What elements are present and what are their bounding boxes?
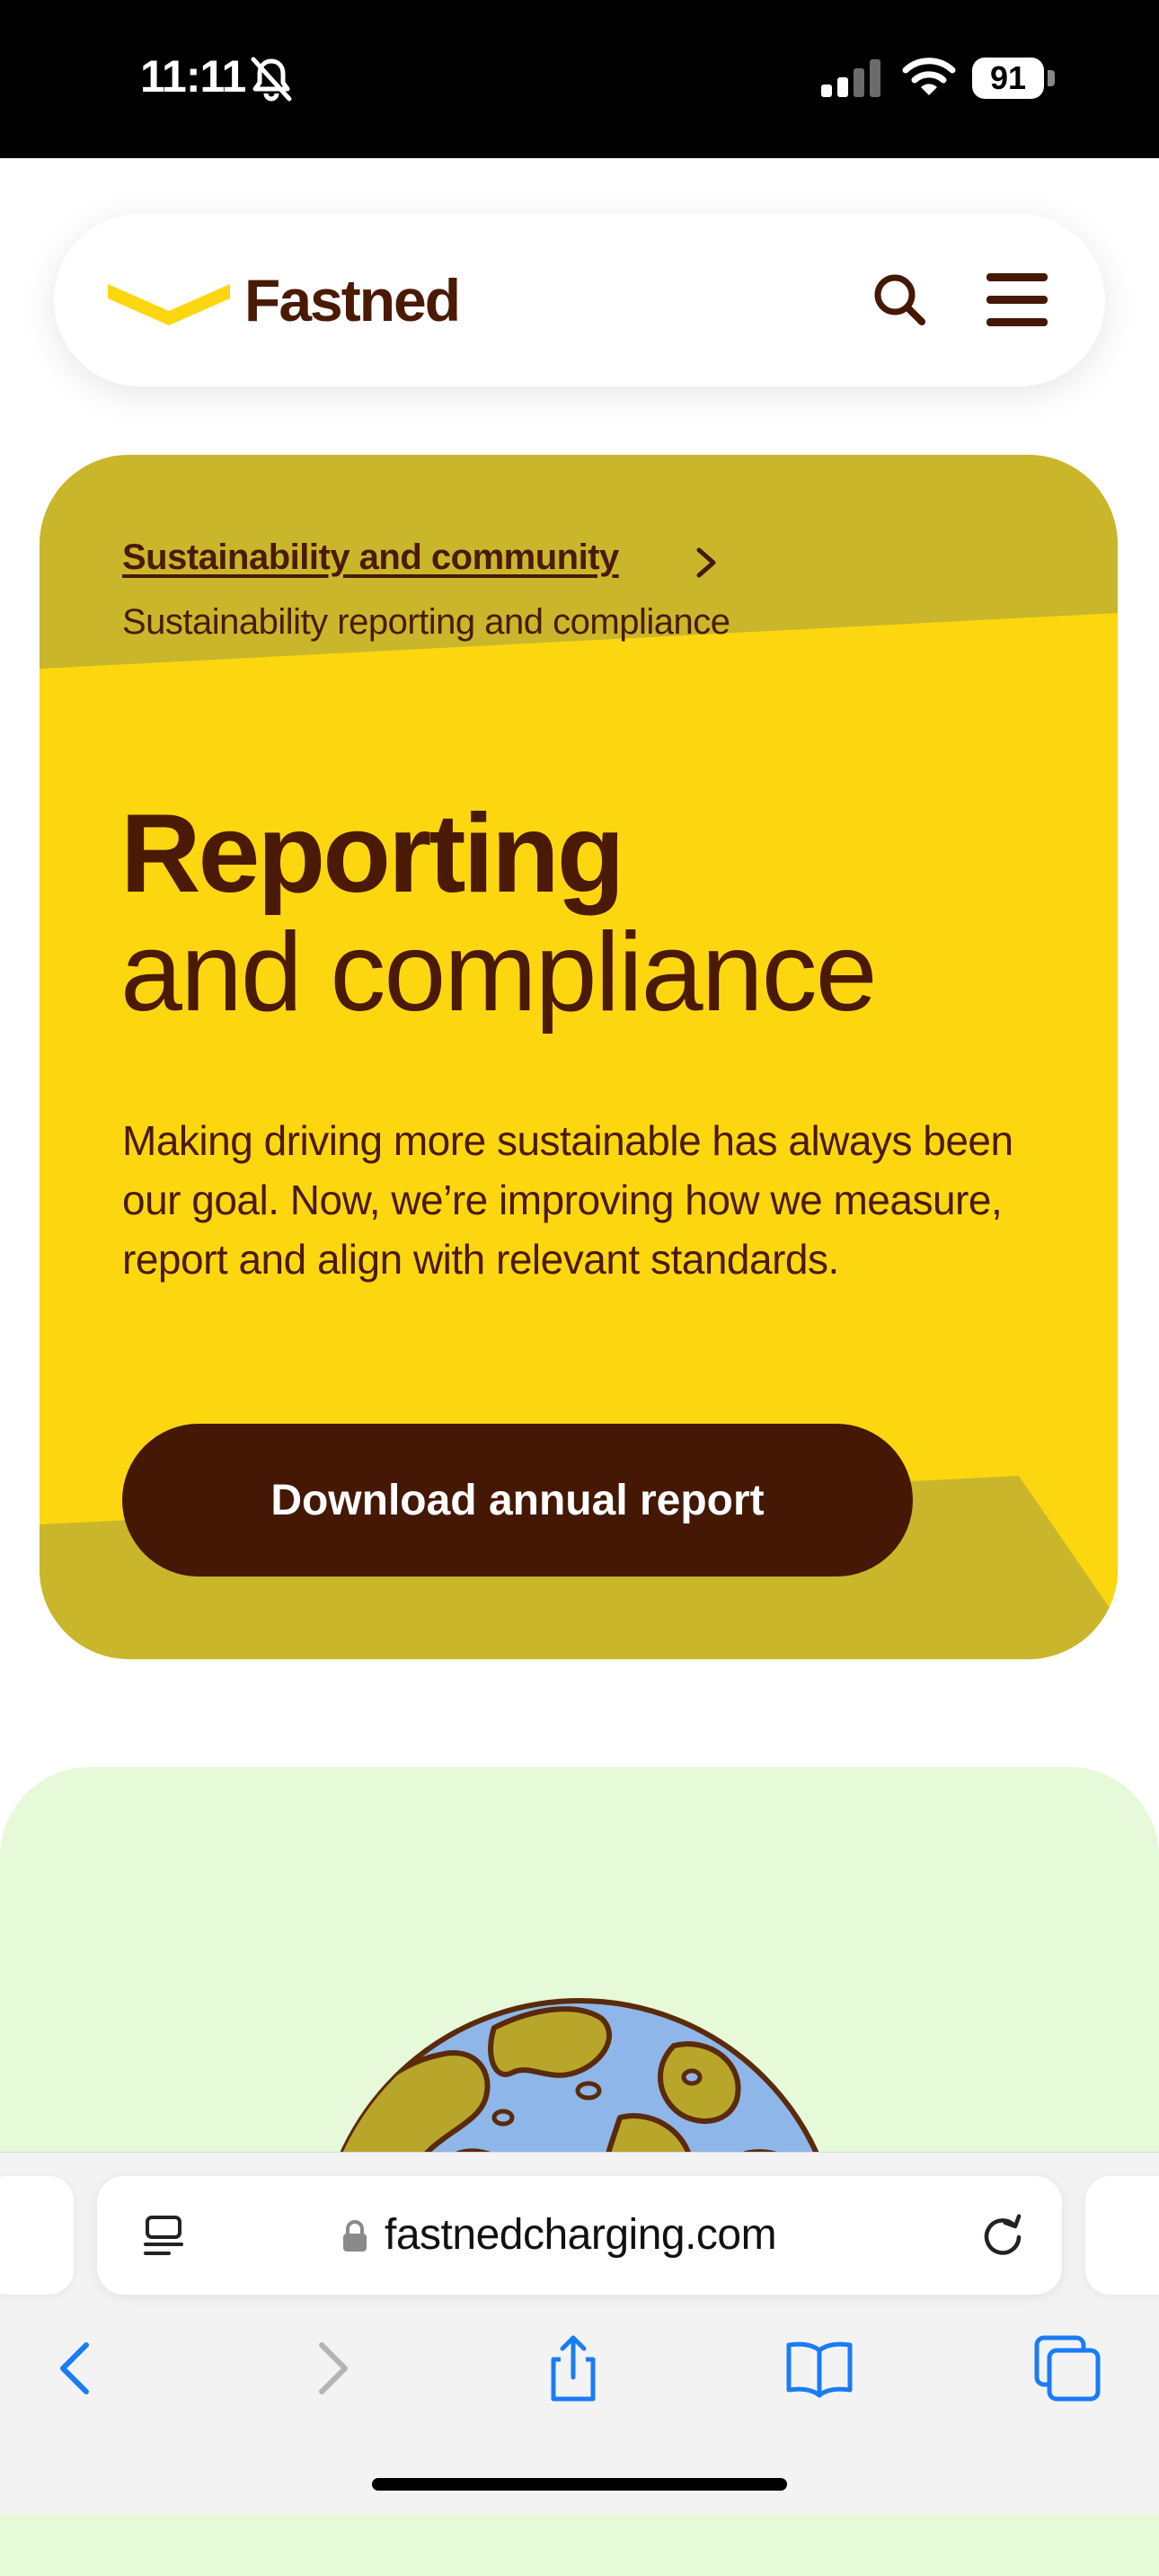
forward-icon[interactable]: [295, 2332, 367, 2404]
next-tab-preview[interactable]: [1085, 2176, 1159, 2295]
wifi-icon: [902, 58, 956, 95]
page-menu-icon[interactable]: [142, 2214, 185, 2259]
back-icon[interactable]: [41, 2332, 113, 2404]
address-bar[interactable]: fastnedcharging.com: [97, 2176, 1062, 2295]
url-text[interactable]: fastnedcharging.com: [385, 2210, 777, 2260]
status-time: 11:11: [140, 51, 246, 102]
battery-tip: [1048, 70, 1055, 86]
hero-title-light: and compliance: [120, 910, 878, 1035]
tabs-icon[interactable]: [1031, 2332, 1103, 2404]
search-icon[interactable]: [868, 268, 933, 333]
lock-icon: [343, 2220, 367, 2252]
breadcrumb-parent-link[interactable]: Sustainability and community: [122, 537, 619, 578]
hero-card: Sustainability and community Sustainabil…: [40, 455, 1118, 1659]
brand-name[interactable]: Fastned: [244, 266, 461, 334]
previous-tab-preview[interactable]: [0, 2176, 74, 2295]
browser-bottom-bar: fastnedcharging.com: [0, 2152, 1159, 2514]
bookmarks-icon[interactable]: [783, 2332, 855, 2404]
share-icon[interactable]: [537, 2332, 609, 2404]
hero-title-bold: Reporting: [120, 792, 624, 916]
chevron-right-icon: [696, 547, 716, 578]
battery-icon: 91: [972, 58, 1044, 99]
bell-slash-icon: [251, 57, 292, 102]
status-bar: 11:11 91: [0, 0, 1159, 158]
hamburger-menu-icon[interactable]: [983, 268, 1051, 333]
hero-description: Making driving more sustainable has alwa…: [122, 1117, 1013, 1283]
home-indicator: [372, 2478, 787, 2491]
fastned-logo-icon[interactable]: [108, 275, 230, 325]
battery-level: 91: [989, 59, 1027, 96]
site-header: Fastned: [54, 214, 1105, 386]
reload-icon[interactable]: [978, 2210, 1028, 2261]
download-annual-report-button[interactable]: Download annual report: [122, 1424, 913, 1577]
cellular-signal-icon: [821, 59, 880, 97]
breadcrumb-current: Sustainability reporting and compliance: [122, 602, 730, 642]
